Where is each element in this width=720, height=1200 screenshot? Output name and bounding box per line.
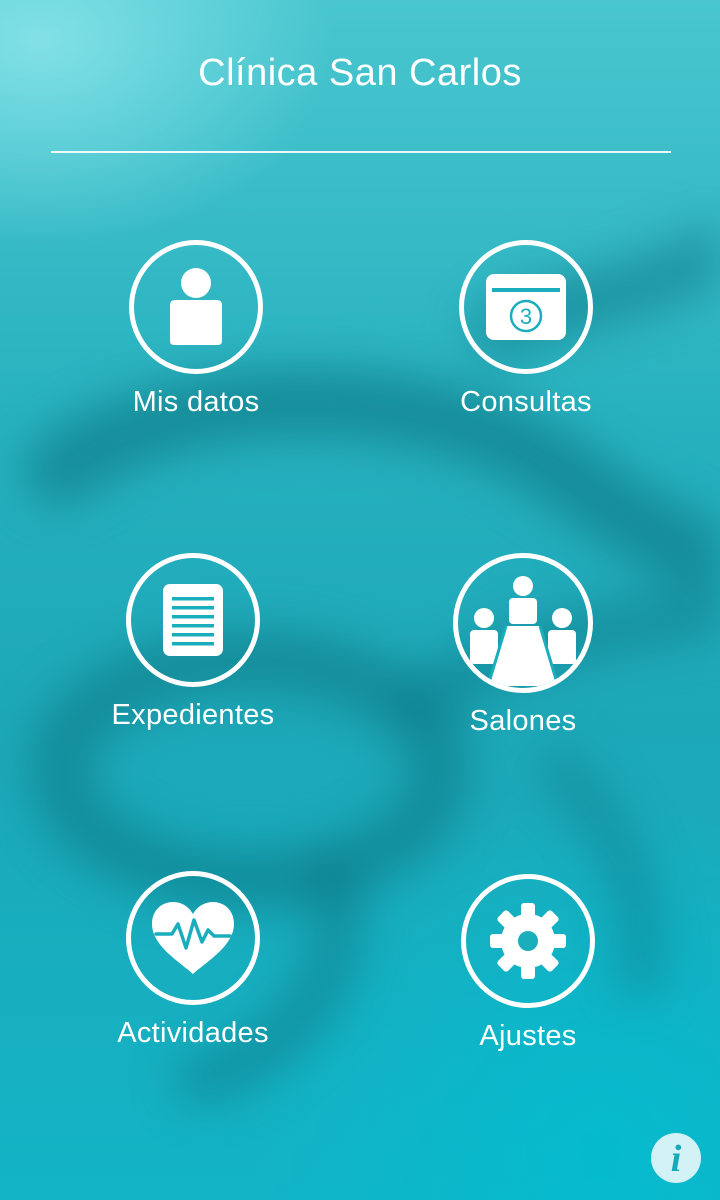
menu-item-expedientes[interactable]: Expedientes (63, 553, 323, 732)
menu-item-label: Mis datos (132, 386, 260, 418)
info-button[interactable]: i (651, 1133, 701, 1183)
actividades-button[interactable] (126, 871, 260, 1005)
consultas-button[interactable]: 3 (459, 240, 593, 374)
menu-item-mis-datos[interactable]: Mis datos (66, 240, 326, 419)
menu-item-actividades[interactable]: Actividades (63, 871, 323, 1050)
title-divider (51, 151, 671, 153)
menu-item-label: Salones (469, 705, 577, 737)
menu-item-label: Expedientes (111, 699, 275, 731)
document-icon (163, 584, 223, 656)
mis-datos-button[interactable] (129, 240, 263, 374)
app-title: Clínica San Carlos (198, 52, 522, 94)
expedientes-button[interactable] (126, 553, 260, 687)
calendar-badge: 3 (520, 304, 532, 329)
menu-item-label: Ajustes (479, 1020, 577, 1052)
salones-button[interactable] (453, 553, 593, 693)
user-icon (170, 268, 222, 345)
menu-item-salones[interactable]: Salones (393, 553, 653, 738)
ajustes-button[interactable] (461, 874, 595, 1008)
menu-item-ajustes[interactable]: Ajustes (398, 874, 658, 1053)
calendar-icon: 3 (486, 274, 566, 340)
meeting-room-icon (470, 576, 576, 687)
menu-item-label: Consultas (460, 386, 592, 418)
heartbeat-icon (152, 902, 234, 974)
gear-icon (490, 903, 566, 979)
info-icon: i (670, 1138, 682, 1180)
menu-item-label: Actividades (117, 1017, 269, 1049)
menu-item-consultas[interactable]: 3 Consultas (396, 240, 656, 419)
